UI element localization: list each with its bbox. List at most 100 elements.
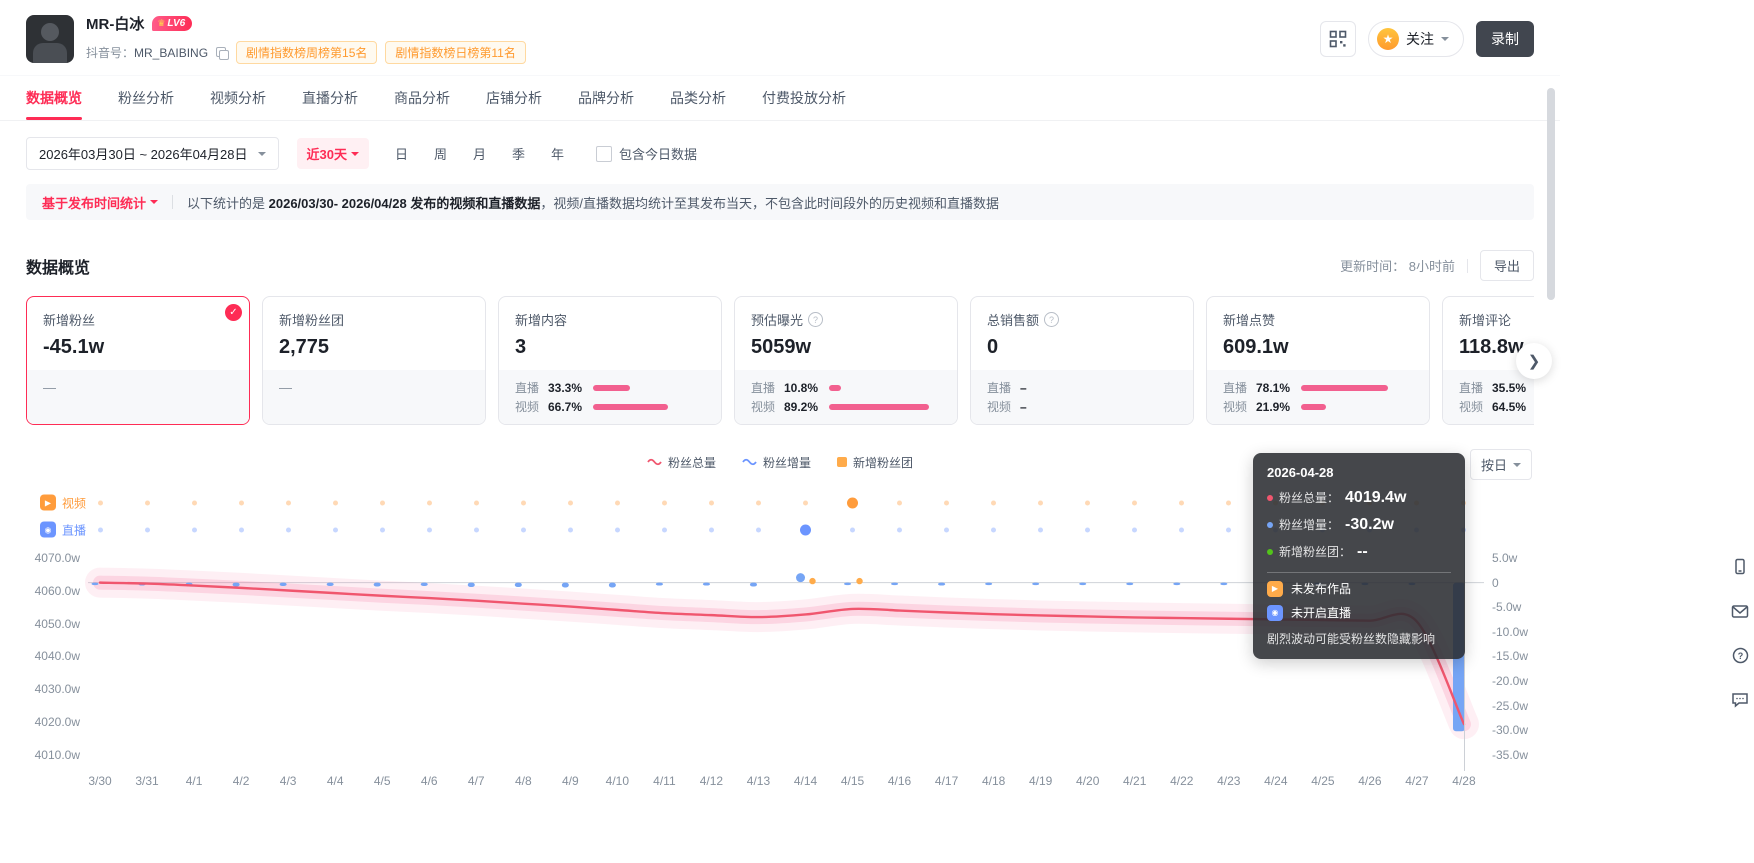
record-button[interactable]: 录制 (1476, 21, 1534, 57)
follow-button[interactable]: ★ 关注 (1368, 21, 1464, 57)
y-axis-label-right: 5.0w (1492, 551, 1517, 565)
tab-item[interactable]: 品牌分析 (578, 76, 634, 120)
metric-card[interactable]: 新增粉丝团2,775— (262, 296, 486, 425)
day-dot (1179, 527, 1184, 532)
day-dot (474, 527, 479, 532)
metric-card[interactable]: ✓新增粉丝-45.1w— (26, 296, 250, 425)
x-axis-label: 4/27 (1393, 774, 1441, 788)
scrollbar-thumb[interactable] (1547, 88, 1555, 300)
crown-icon: ♛ (157, 18, 165, 29)
tooltip-series-row: 粉丝增量：-30.2w (1267, 516, 1451, 534)
rank-badge: 剧情指数榜周榜第15名 (236, 41, 377, 64)
chevron-down-icon (150, 200, 158, 208)
period-option[interactable]: 月 (473, 144, 486, 163)
stat-notice-bar: 基于发布时间统计 以下统计的是 2026/03/30- 2026/04/28 发… (26, 184, 1534, 220)
split-bar (1301, 385, 1388, 391)
mobile-icon[interactable] (1731, 558, 1749, 576)
chevron-down-icon (1441, 37, 1449, 45)
mail-icon[interactable] (1731, 602, 1749, 620)
video-icon: ▶ (40, 495, 56, 511)
split-bar (829, 385, 841, 391)
x-axis-label: 4/10 (593, 774, 641, 788)
tab-item[interactable]: 视频分析 (210, 76, 266, 120)
split-bar (593, 385, 630, 391)
cards-next-button[interactable]: ❯ (1516, 343, 1552, 379)
day-dot (427, 500, 432, 505)
legend-item[interactable]: 粉丝总量 (647, 454, 716, 471)
period-option[interactable]: 季 (512, 144, 525, 163)
help-icon[interactable]: ? (1044, 312, 1059, 327)
include-today-checkbox[interactable] (596, 146, 612, 162)
day-dot (192, 500, 197, 505)
tooltip-no-video: ▶ 未发布作品 (1267, 580, 1451, 597)
day-dot (239, 500, 244, 505)
period-options: 日周月季年 (395, 144, 564, 163)
x-axis-label: 4/2 (217, 774, 265, 788)
help-icon[interactable]: ? (1731, 646, 1749, 664)
day-dot (333, 500, 338, 505)
x-axis-label: 4/8 (499, 774, 547, 788)
metric-value: 2,775 (279, 336, 469, 359)
x-axis-label: 4/19 (1017, 774, 1065, 788)
tab-item[interactable]: 付费投放分析 (762, 76, 846, 120)
x-axis-label: 3/31 (123, 774, 171, 788)
tab-item[interactable]: 粉丝分析 (118, 76, 174, 120)
day-dot (944, 500, 949, 505)
y-axis-label-left: 4010.0w (14, 748, 80, 762)
metric-split-live: 直播78.1% (1223, 378, 1413, 397)
granularity-select[interactable]: 按日 (1470, 449, 1532, 480)
quick-range-select[interactable]: 近30天 (297, 138, 369, 169)
tab-item[interactable]: 品类分析 (670, 76, 726, 120)
period-option[interactable]: 周 (434, 144, 447, 163)
day-dot (615, 500, 620, 505)
day-dot (615, 527, 620, 532)
x-axis-label: 4/28 (1440, 774, 1488, 788)
include-today: 包含今日数据 (596, 144, 697, 163)
y-axis-label-right: -5.0w (1492, 600, 1521, 614)
x-axis-label: 4/17 (923, 774, 971, 788)
rank-badge: 剧情指数榜日榜第11名 (385, 41, 525, 64)
copy-icon[interactable] (216, 47, 228, 59)
legend-item[interactable]: 粉丝增量 (742, 454, 811, 471)
svg-text:?: ? (1737, 651, 1743, 661)
rank-badges: 剧情指数榜周榜第15名剧情指数榜日榜第11名 (236, 41, 534, 64)
y-axis-label-right: -20.0w (1492, 674, 1528, 688)
metric-cards-wrap: ✓新增粉丝-45.1w—新增粉丝团2,775—新增内容3直播33.3%视频66.… (26, 296, 1534, 425)
metric-value: 3 (515, 336, 705, 359)
day-dot (427, 527, 432, 532)
x-axis: 3/303/314/14/24/34/44/54/64/74/84/94/104… (0, 769, 1560, 793)
day-dot (662, 500, 667, 505)
chevron-down-icon (258, 152, 266, 160)
tooltip-series-row: 新增粉丝团：-- (1267, 543, 1451, 561)
tab-item[interactable]: 店铺分析 (486, 76, 542, 120)
metric-card[interactable]: 新增内容3直播33.3%视频66.7% (498, 296, 722, 425)
period-option[interactable]: 日 (395, 144, 408, 163)
day-dot (286, 500, 291, 505)
metric-card[interactable]: 预估曝光?5059w直播10.8%视频89.2% (734, 296, 958, 425)
level-badge: ♛LV6 (152, 16, 192, 31)
chat-icon[interactable] (1731, 690, 1749, 708)
tab-item[interactable]: 商品分析 (394, 76, 450, 120)
export-button[interactable]: 导出 (1480, 250, 1534, 281)
floating-toolbar: ? (1731, 558, 1749, 708)
qrcode-button[interactable] (1320, 21, 1356, 57)
x-axis-label: 4/3 (264, 774, 312, 788)
legend-item[interactable]: 新增粉丝团 (837, 454, 913, 471)
metric-card[interactable]: 新增点赞609.1w直播78.1%视频21.9% (1206, 296, 1430, 425)
help-icon[interactable]: ? (808, 312, 823, 327)
tab-item[interactable]: 直播分析 (302, 76, 358, 120)
day-dot (286, 527, 291, 532)
day-dot (850, 527, 855, 532)
day-dot (1132, 527, 1137, 532)
date-range-picker[interactable]: 2026年03月30日 ~ 2026年04月28日 (26, 137, 279, 170)
day-dot (1179, 500, 1184, 505)
period-option[interactable]: 年 (551, 144, 564, 163)
day-dot (380, 527, 385, 532)
day-dot (474, 500, 479, 505)
stat-mode-select[interactable]: 基于发布时间统计 (42, 193, 158, 212)
metric-card[interactable]: 总销售额?0直播–视频– (970, 296, 1194, 425)
y-axis-label-right: -35.0w (1492, 748, 1528, 762)
tab-item[interactable]: 数据概览 (26, 76, 82, 120)
y-axis-label-left: 4020.0w (14, 715, 80, 729)
metric-label: 总销售额? (987, 310, 1177, 329)
